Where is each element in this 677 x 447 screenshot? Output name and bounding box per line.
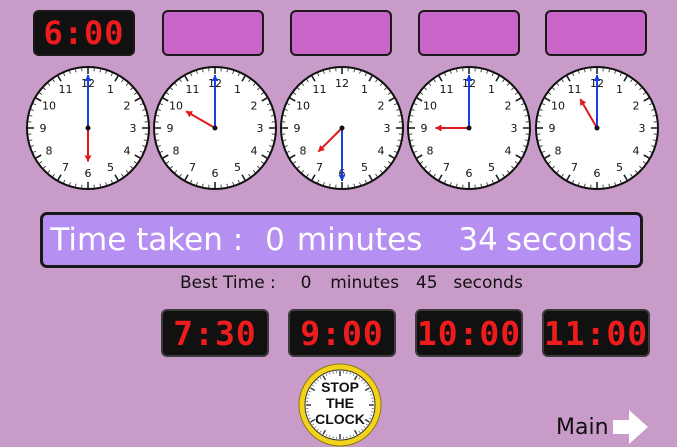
best-time-label: Best Time : [180, 273, 276, 293]
clock-center [85, 125, 91, 131]
stop-label-line2: THE [326, 395, 354, 411]
main-menu-button[interactable]: Main [556, 410, 649, 444]
clock-number: 2 [250, 100, 257, 113]
clock-number: 9 [421, 122, 428, 135]
clock-number: 9 [294, 122, 301, 135]
arrow-right-icon [612, 410, 648, 444]
answer-tile-text: 10:00 [416, 313, 522, 353]
clock-number: 4 [250, 145, 257, 158]
clock-number: 6 [212, 167, 219, 180]
clock-number: 10 [296, 100, 310, 113]
clock-number: 7 [316, 161, 323, 174]
clock-number: 11 [59, 83, 73, 96]
stop-the-clock-button[interactable]: STOP THE CLOCK [296, 361, 384, 447]
clock-number: 1 [361, 83, 368, 96]
stop-label-line3: CLOCK [315, 411, 365, 427]
main-button-label: Main [556, 414, 609, 440]
answer-tile-1[interactable]: 7:30 [161, 309, 269, 357]
time-taken-label: Time taken : [50, 222, 244, 258]
answer-tile-3[interactable]: 10:00 [415, 309, 523, 357]
clock-number: 9 [167, 122, 174, 135]
answer-slot-2[interactable] [290, 10, 392, 56]
clock-number: 3 [130, 122, 137, 135]
clock-number: 12 [335, 77, 349, 90]
clock-number: 5 [616, 161, 623, 174]
clock-number: 10 [423, 100, 437, 113]
best-time-seconds-unit: seconds [453, 273, 523, 293]
answer-slot-4[interactable] [545, 10, 647, 56]
analog-clock-2: 123456789101112 [153, 66, 277, 190]
analog-clock-4: 123456789101112 [407, 66, 531, 190]
clock-number: 9 [40, 122, 47, 135]
best-time: Best Time : 0 minutes 45 seconds [180, 273, 523, 293]
answer-tile-text: 7:30 [173, 313, 257, 353]
clock-number: 1 [107, 83, 114, 96]
clock-number: 8 [555, 145, 562, 158]
clock-center [466, 125, 472, 131]
answer-tile-4[interactable]: 11:00 [542, 309, 650, 357]
clock-number: 1 [616, 83, 623, 96]
clock-number: 4 [377, 145, 384, 158]
clock-number: 6 [594, 167, 601, 180]
clock-number: 5 [107, 161, 114, 174]
clock-number: 1 [488, 83, 495, 96]
time-taken-banner: Time taken : 0 minutes 34 seconds [40, 212, 643, 268]
answer-tile-2[interactable]: 9:00 [288, 309, 396, 357]
clock-number: 7 [189, 161, 196, 174]
clock-number: 10 [42, 100, 56, 113]
answer-tile-text: 11:00 [543, 313, 649, 353]
target-time-display: 6:00 [33, 10, 135, 56]
clock-number: 4 [632, 145, 639, 158]
clock-number: 4 [123, 145, 130, 158]
clock-number: 2 [123, 100, 130, 113]
clock-number: 7 [571, 161, 578, 174]
clock-number: 9 [549, 122, 556, 135]
clock-number: 8 [46, 145, 53, 158]
clock-center [212, 125, 218, 131]
clock-number: 8 [427, 145, 434, 158]
best-time-seconds: 45 [415, 273, 438, 293]
analog-clock-1: 123456789101112 [26, 66, 150, 190]
answer-slot-3[interactable] [418, 10, 520, 56]
time-taken-seconds: 34 [458, 222, 498, 258]
clock-number: 7 [443, 161, 450, 174]
clock-number: 5 [234, 161, 241, 174]
clock-number: 5 [361, 161, 368, 174]
clock-number: 6 [466, 167, 473, 180]
answer-slot-1[interactable] [162, 10, 264, 56]
clock-number: 11 [186, 83, 200, 96]
analog-clock-5: 123456789101112 [535, 66, 659, 190]
time-taken-seconds-unit: seconds [505, 222, 633, 258]
clock-number: 8 [300, 145, 307, 158]
clock-number: 5 [488, 161, 495, 174]
clock-center [339, 125, 345, 131]
analog-clock-3: 123456789101112 [280, 66, 404, 190]
time-taken-minutes: 0 [265, 222, 285, 258]
clock-number: 3 [511, 122, 518, 135]
clock-number: 8 [173, 145, 180, 158]
clock-number: 2 [377, 100, 384, 113]
clock-number: 3 [384, 122, 391, 135]
clock-number: 11 [313, 83, 327, 96]
clock-number: 3 [639, 122, 646, 135]
best-time-minutes-unit: minutes [330, 273, 400, 293]
clock-number: 6 [85, 167, 92, 180]
clock-number: 10 [551, 100, 565, 113]
stop-label-line1: STOP [321, 379, 359, 395]
time-taken-minutes-unit: minutes [296, 222, 423, 258]
best-time-minutes: 0 [300, 273, 312, 293]
clock-number: 3 [257, 122, 264, 135]
clock-number: 2 [504, 100, 511, 113]
clock-number: 7 [62, 161, 69, 174]
clock-number: 4 [504, 145, 511, 158]
clock-number: 11 [568, 83, 582, 96]
target-time-text: 6:00 [43, 14, 125, 52]
clock-number: 2 [632, 100, 639, 113]
clock-number: 10 [169, 100, 183, 113]
clock-center [594, 125, 600, 131]
clock-number: 1 [234, 83, 241, 96]
answer-tile-text: 9:00 [300, 313, 384, 353]
clock-number: 11 [440, 83, 454, 96]
